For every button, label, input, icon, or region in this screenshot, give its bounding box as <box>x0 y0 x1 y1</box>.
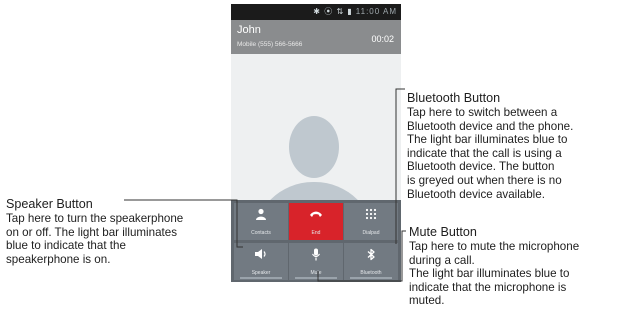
bluetooth-callout-title: Bluetooth Button <box>407 91 501 105</box>
bluetooth-callout-body: Tap here to switch between a Bluetooth d… <box>407 106 574 201</box>
speaker-callout-title: Speaker Button <box>6 197 93 211</box>
mute-callout-title: Mute Button <box>409 225 477 239</box>
mute-callout-body: Tap here to mute the microphone during a… <box>409 240 580 308</box>
mute-callout: Mute Button Tap here to mute the microph… <box>409 225 624 308</box>
speaker-callout: Speaker Button Tap here to turn the spea… <box>6 197 228 266</box>
mute-leader-line <box>317 230 406 282</box>
bluetooth-leader-line <box>395 88 405 244</box>
speaker-callout-body: Tap here to turn the speakerphone on or … <box>6 212 184 266</box>
bluetooth-callout: Bluetooth Button Tap here to switch betw… <box>407 91 624 201</box>
